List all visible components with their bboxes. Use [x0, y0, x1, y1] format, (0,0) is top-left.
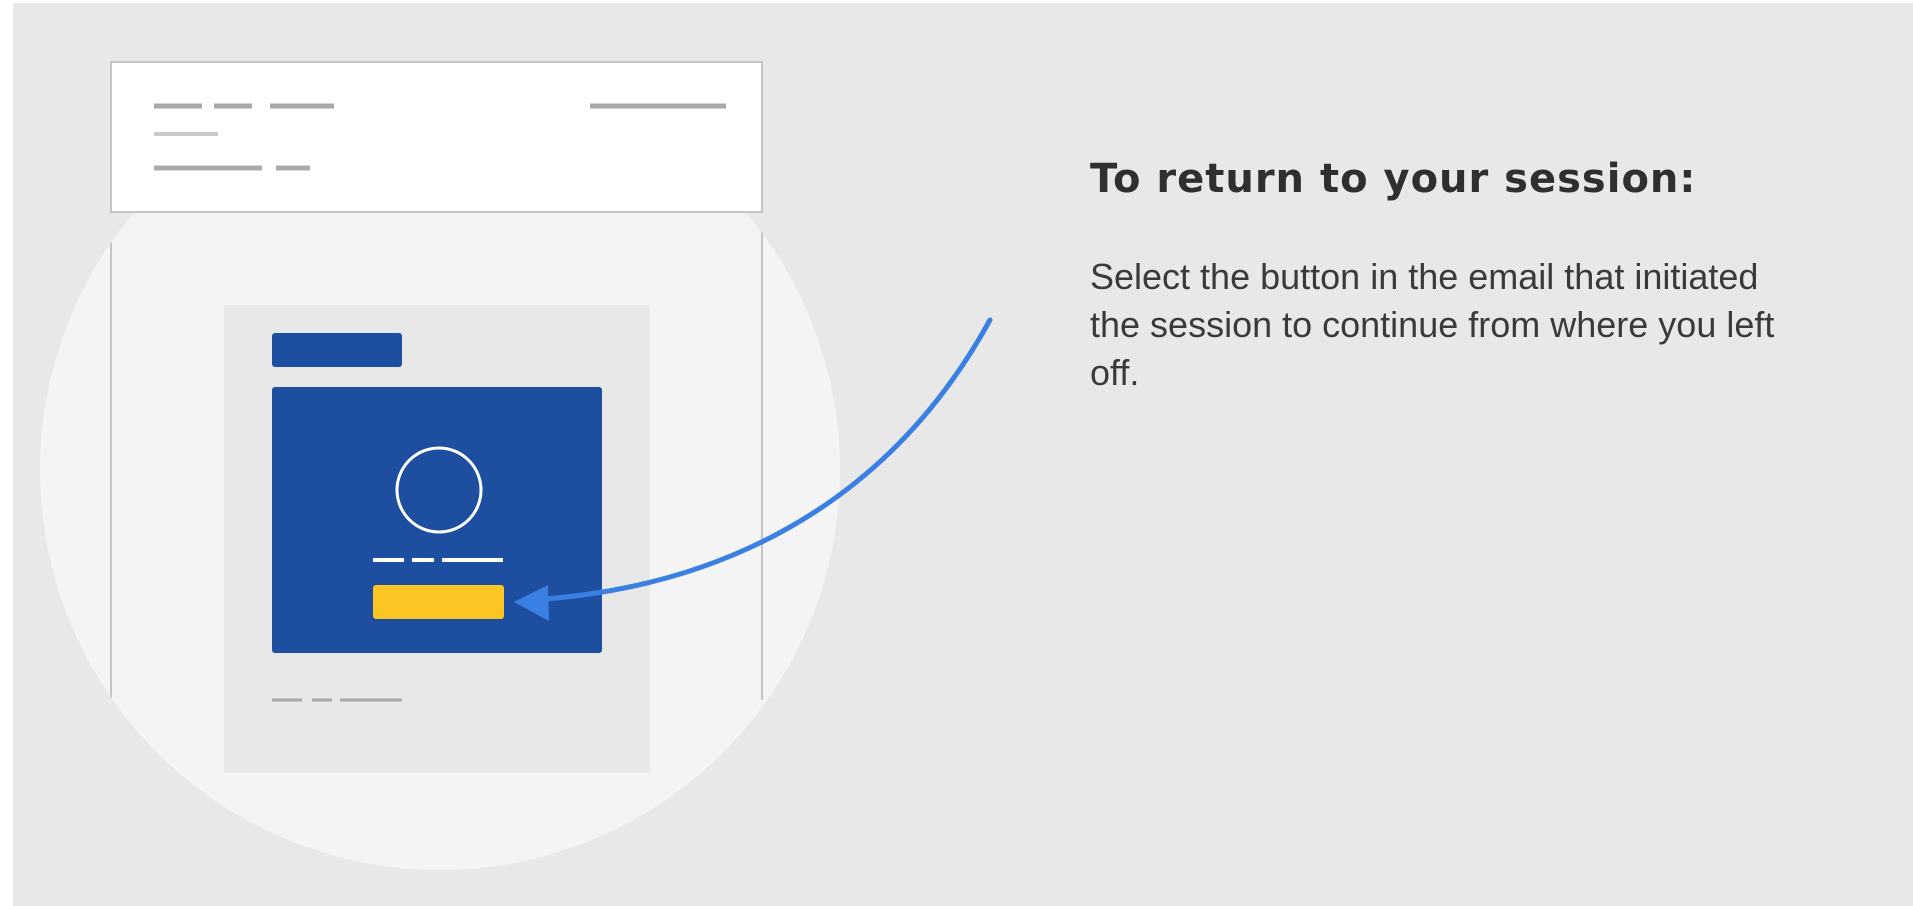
email-logo-bar: [272, 333, 402, 367]
instructions-body: Select the button in the email that init…: [1090, 256, 1775, 393]
instructions-heading: To return to your session:: [1090, 156, 1697, 202]
email-illustration: [40, 61, 993, 870]
instructions-block: To return to your session: Select the bu…: [1090, 155, 1850, 397]
email-return-button: [373, 585, 504, 619]
